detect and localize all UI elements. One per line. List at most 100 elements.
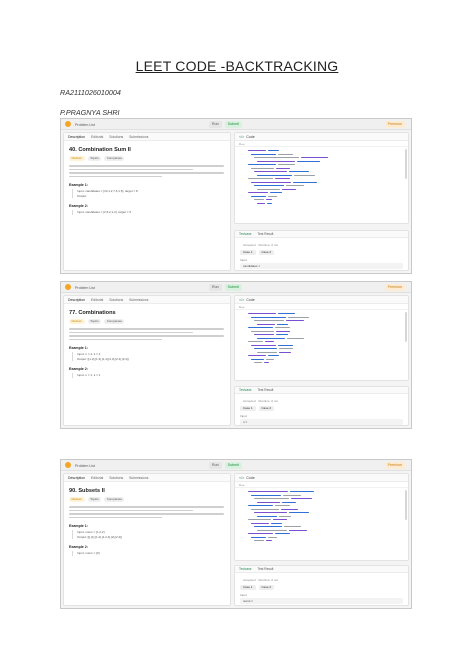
premium-button[interactable]: Premium xyxy=(384,462,405,469)
leetcode-screenshot: Problem List Run Submit Premium Descript… xyxy=(60,459,412,609)
problem-title: 90. Subsets II xyxy=(69,488,105,494)
accepted-label: Accepted xyxy=(243,243,256,247)
run-button[interactable]: Run xyxy=(209,120,222,128)
code-token xyxy=(254,157,299,159)
case-1-tab[interactable]: Case 1 xyxy=(240,250,256,255)
leetcode-topbar: Problem List Run Submit Premium xyxy=(61,282,411,293)
run-button[interactable]: Run xyxy=(209,283,222,291)
tab-test-result[interactable]: Test Result xyxy=(258,231,274,237)
problem-list-link[interactable]: Problem List xyxy=(75,286,95,290)
tab-test-result[interactable]: Test Result xyxy=(258,387,274,393)
tab-test-result[interactable]: Test Result xyxy=(258,566,274,572)
code-token xyxy=(279,515,291,517)
example-box: Input: n = 1, k = 1 xyxy=(72,373,222,378)
tab-submissions[interactable]: Submissions xyxy=(129,296,148,303)
problem-list-link[interactable]: Problem List xyxy=(75,464,95,468)
code-token xyxy=(289,529,307,531)
tab-editorial[interactable]: Editorial xyxy=(91,296,103,303)
tab-description[interactable]: Description xyxy=(68,133,85,140)
premium-button[interactable]: Premium xyxy=(384,121,405,128)
example-output: Output: [[1,2],[1,3],[1,4],[2,3],[2,4],[… xyxy=(77,356,129,361)
tab-submissions[interactable]: Submissions xyxy=(129,474,148,481)
code-header-label: Code xyxy=(246,476,255,480)
code-token xyxy=(276,334,288,336)
tab-testcase[interactable]: Testcase xyxy=(239,387,252,393)
code-token xyxy=(251,167,274,169)
case-1-tab[interactable]: Case 1 xyxy=(240,585,256,590)
code-token xyxy=(282,501,296,503)
language-select[interactable]: C++ xyxy=(239,305,245,309)
code-editor[interactable]: </> Code C++ xyxy=(234,295,409,381)
code-token xyxy=(254,498,289,500)
leetcode-logo-icon[interactable] xyxy=(65,284,71,290)
code-icon: </> xyxy=(239,135,245,139)
code-token xyxy=(257,323,275,325)
editor-scrollbar[interactable] xyxy=(405,312,407,342)
code-token xyxy=(248,341,263,343)
code-token xyxy=(254,334,274,336)
tab-solutions[interactable]: Solutions xyxy=(109,133,123,140)
submit-button[interactable]: Submit xyxy=(224,120,242,128)
code-token xyxy=(248,313,276,315)
problem-description-pane: Description Editorial Solutions Submissi… xyxy=(63,295,231,426)
code-token xyxy=(291,498,312,500)
code-token xyxy=(248,355,266,357)
input-label: Input xyxy=(240,258,247,262)
companies-tag[interactable]: Companies xyxy=(104,319,125,324)
accepted-status: Accepted Runtime: 0 ms xyxy=(240,242,408,247)
leetcode-logo-icon[interactable] xyxy=(65,121,71,127)
topics-tag[interactable]: Topics xyxy=(87,497,102,502)
case-2-tab[interactable]: Case 2 xyxy=(258,585,275,590)
tab-testcase[interactable]: Testcase xyxy=(239,566,252,572)
code-token xyxy=(251,330,274,332)
case-2-tab[interactable]: Case 2 xyxy=(258,406,275,411)
language-select[interactable]: C++ xyxy=(239,483,245,487)
topics-tag[interactable]: Topics xyxy=(87,156,102,161)
example-heading: Example 1: xyxy=(69,183,88,188)
case-2-tab[interactable]: Case 2 xyxy=(258,250,275,255)
code-token xyxy=(257,351,277,353)
code-token xyxy=(266,358,274,360)
example-box: Input: candidates = [10,1,2,7,6,1,5], ta… xyxy=(72,189,222,199)
editor-scrollbar[interactable] xyxy=(405,490,407,520)
leetcode-logo-icon[interactable] xyxy=(65,462,71,468)
tab-testcase[interactable]: Testcase xyxy=(239,231,252,237)
tab-submissions[interactable]: Submissions xyxy=(129,133,148,140)
premium-button[interactable]: Premium xyxy=(384,284,405,291)
run-button[interactable]: Run xyxy=(209,461,222,469)
submit-button[interactable]: Submit xyxy=(224,461,242,469)
code-token xyxy=(257,501,280,503)
difficulty-badge: Medium xyxy=(69,497,85,502)
example-heading: Example 2: xyxy=(69,204,88,209)
input-value: candidates = xyxy=(240,263,403,269)
code-token xyxy=(268,355,279,357)
tab-editorial[interactable]: Editorial xyxy=(91,474,103,481)
editor-scrollbar[interactable] xyxy=(405,149,407,179)
problem-description-pane: Description Editorial Solutions Submissi… xyxy=(63,132,231,271)
code-token xyxy=(275,533,290,535)
code-editor[interactable]: </> Code C++ xyxy=(234,132,409,224)
companies-tag[interactable]: Companies xyxy=(104,497,125,502)
problem-statement xyxy=(69,506,224,519)
accepted-status: Accepted Runtime: 0 ms xyxy=(240,398,408,403)
case-1-tab[interactable]: Case 1 xyxy=(240,406,256,411)
tab-description[interactable]: Description xyxy=(68,296,85,303)
problem-list-link[interactable]: Problem List xyxy=(75,123,95,127)
tab-description[interactable]: Description xyxy=(68,474,85,481)
runtime-label: Runtime: 0 ms xyxy=(258,578,278,582)
tab-solutions[interactable]: Solutions xyxy=(109,474,123,481)
code-token xyxy=(278,164,295,166)
code-token xyxy=(275,178,290,180)
tab-solutions[interactable]: Solutions xyxy=(109,296,123,303)
submit-button[interactable]: Submit xyxy=(224,283,242,291)
language-select[interactable]: C++ xyxy=(239,142,245,146)
tab-editorial[interactable]: Editorial xyxy=(91,133,103,140)
code-token xyxy=(257,188,280,190)
companies-tag[interactable]: Companies xyxy=(104,156,125,161)
example-box: Input: n = 4, k = 2 Output: [[1,2],[1,3]… xyxy=(72,352,222,362)
code-token xyxy=(251,344,276,346)
code-editor[interactable]: </> Code C++ xyxy=(234,473,409,561)
leetcode-topbar: Problem List Run Submit Premium xyxy=(61,119,411,130)
topics-tag[interactable]: Topics xyxy=(87,319,102,324)
code-token xyxy=(248,491,288,493)
